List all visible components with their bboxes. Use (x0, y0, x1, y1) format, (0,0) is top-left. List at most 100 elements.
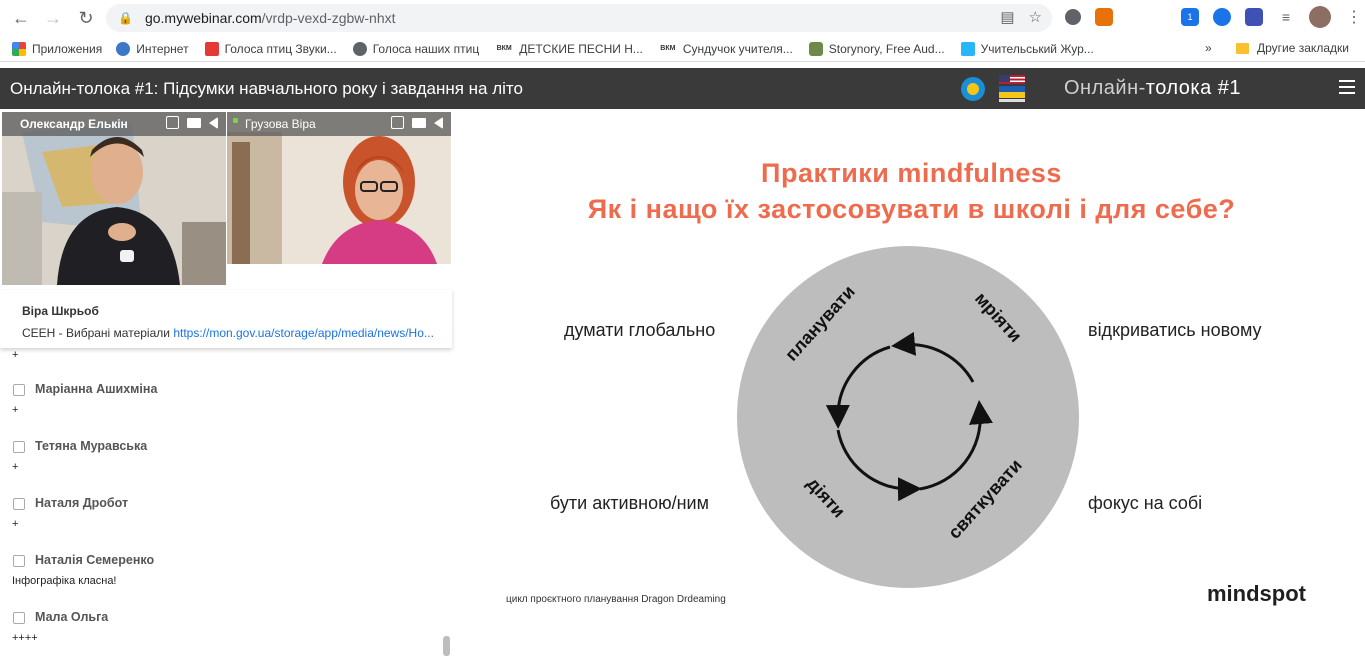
word-focus-self: фокус на собі (1088, 493, 1203, 513)
folder-icon (1236, 42, 1249, 54)
chat-author: Мала Ольга (35, 610, 109, 624)
bkm-icon: ВКМ (496, 44, 512, 52)
bookmark-label: Голоса наших птиц (372, 41, 480, 56)
other-bookmarks-label: Другие закладки (1257, 41, 1349, 55)
brand-part-2: толока #1 (1145, 77, 1242, 99)
chat-message-text: + (12, 518, 19, 530)
url-host: go.mywebinar.com (144, 10, 262, 26)
bookmark-label: Учительський Жур... (980, 41, 1094, 56)
webinar-title: Онлайн-толока #1: Підсумки навчального р… (10, 79, 523, 98)
chat-panel: + Маріанна Ашихміна + Тетяна Муравська +… (0, 348, 452, 657)
volume-icon[interactable] (434, 117, 443, 129)
extension-box-icon[interactable] (1245, 8, 1263, 26)
user-icon (13, 384, 25, 396)
flags-logo-icon (999, 75, 1025, 102)
participant-name: Олександр Елькін (20, 117, 128, 131)
fullscreen-icon[interactable] (166, 116, 179, 129)
notification-message: СЕЕН - Вибрані матеріали https://mon.gov… (22, 326, 442, 340)
notification-text: СЕЕН - Вибрані матеріали (22, 326, 174, 340)
video-tile-participant[interactable]: Грузова Віра (227, 112, 451, 264)
chat-message-text: Інфографіка класна! (12, 575, 117, 587)
extension-circle-icon[interactable] (1065, 9, 1081, 25)
webinar-header: Онлайн-толока #1: Підсумки навчального р… (0, 68, 1365, 109)
video-tile-presenter[interactable]: Олександр Елькін (2, 112, 226, 285)
chat-author: Наталя Дробот (35, 496, 129, 510)
translate-icon[interactable]: ▤ (1000, 8, 1014, 26)
sun-logo-icon (961, 77, 985, 101)
video-tile-header: Грузова Віра (227, 112, 451, 136)
chat-message-text: ++++ (12, 632, 38, 644)
chat-message-text: + (12, 404, 19, 416)
video-tile-header: Олександр Елькін (2, 112, 226, 136)
extension-pocket-icon[interactable] (1213, 8, 1231, 26)
chat-author: Маріанна Ашихміна (35, 382, 158, 396)
profile-avatar[interactable] (1309, 6, 1331, 28)
camera-icon[interactable] (187, 118, 201, 128)
url-path: /vrdp-vexd-zgbw-nhxt (261, 10, 396, 26)
bookmarks-overflow-button[interactable]: » (1205, 41, 1212, 55)
chat-author: Тетяна Муравська (35, 439, 148, 453)
journal-icon (960, 41, 975, 56)
back-icon[interactable]: ← (6, 3, 36, 33)
forward-icon[interactable]: → (38, 3, 68, 33)
live-indicator-icon (233, 118, 238, 123)
cycle-diagram: планувати мріяти діяти святкувати (737, 246, 1079, 588)
storynory-icon (808, 41, 823, 56)
slide-caption: цикл проєктного планування Dragon Drdeam… (506, 594, 726, 605)
brand-logo: Онлайн-толока #1 (1064, 77, 1241, 100)
chat-scrollbar[interactable] (443, 636, 450, 656)
browser-toolbar: ← → ↻ 🔒 go.mywebinar.com/vrdp-vexd-zgbw-… (0, 0, 1365, 36)
presenter-video-frame (2, 112, 226, 285)
menu-dots-icon[interactable]: ⋮ (1345, 8, 1363, 26)
camera-icon[interactable] (412, 118, 426, 128)
bookmarks-bar: Приложения Интернет Голоса птиц Звуки...… (0, 36, 1365, 62)
notification-link[interactable]: https://mon.gov.ua/storage/app/media/new… (173, 326, 434, 340)
bookmark-teacher-chest[interactable]: ВКМ Сундучок учителя... (659, 42, 793, 56)
apps-grid-icon (12, 41, 26, 56)
word-open-to-new: відкриватись новому (1088, 320, 1262, 340)
bookmark-kids-songs[interactable]: ВКМ ДЕТСКИЕ ПЕСНИ Н... (495, 42, 643, 56)
word-be-active: бути активною/ним (550, 493, 709, 513)
extension-badge-icon[interactable]: 1 (1181, 8, 1199, 26)
reload-icon[interactable]: ↻ (71, 3, 101, 33)
bookmark-apps[interactable]: Приложения (12, 41, 103, 56)
bookmark-label: Storynory, Free Aud... (828, 41, 945, 56)
mindspot-logo: mindspot (1207, 581, 1306, 606)
bookmark-teacher-journal[interactable]: Учительський Жур... (960, 41, 1094, 56)
address-bar[interactable]: 🔒 go.mywebinar.com/vrdp-vexd-zgbw-nhxt ▤… (106, 4, 1052, 32)
notification-author: Віра Шкрьоб (22, 304, 99, 318)
user-icon (13, 555, 25, 567)
user-icon (13, 612, 25, 624)
bookmark-internet[interactable]: Интернет (116, 41, 189, 56)
chat-author: Наталія Семеренко (35, 553, 155, 567)
bookmark-label: Интернет (136, 41, 189, 56)
bookmark-bird-sounds[interactable]: Голоса птиц Звуки... (204, 41, 337, 56)
globe-icon (352, 41, 367, 56)
word-think-globally: думати глобально (564, 320, 716, 340)
user-icon (13, 498, 25, 510)
other-bookmarks[interactable]: Другие закладки (1236, 41, 1349, 55)
chat-message-text: + (12, 349, 19, 361)
bookmark-star-icon[interactable]: ☆ (1029, 8, 1042, 26)
participant-name: Грузова Віра (245, 117, 316, 131)
volume-icon[interactable] (209, 117, 218, 129)
bookmark-label: ДЕТСКИЕ ПЕСНИ Н... (519, 41, 643, 56)
bookmark-our-birds[interactable]: Голоса наших птиц (352, 41, 480, 56)
bird-sounds-icon (204, 41, 219, 56)
presentation-slide: Практики mindfulness Як і нащо їх застос… (458, 112, 1365, 657)
bookmark-label: Сундучок учителя... (682, 41, 793, 56)
brand-part-1: Онлайн- (1064, 77, 1146, 99)
bookmark-label: Голоса птиц Звуки... (224, 41, 337, 56)
chat-notification[interactable]: Віра Шкрьоб СЕЕН - Вибрані матеріали htt… (0, 290, 452, 348)
bkm-icon: ВКМ (660, 44, 676, 52)
fullscreen-icon[interactable] (391, 116, 404, 129)
media-queue-icon[interactable]: ≡ (1277, 8, 1295, 26)
bookmark-storynory[interactable]: Storynory, Free Aud... (808, 41, 945, 56)
bookmark-label: Приложения (32, 41, 103, 56)
menu-hamburger-icon[interactable] (1339, 80, 1355, 96)
user-icon (13, 441, 25, 453)
extension-grid-icon[interactable] (1095, 8, 1113, 26)
lock-icon: 🔒 (118, 11, 133, 25)
chat-message-text: + (12, 461, 19, 473)
extensions: 1 ≡ ⋮ (1065, 6, 1363, 28)
